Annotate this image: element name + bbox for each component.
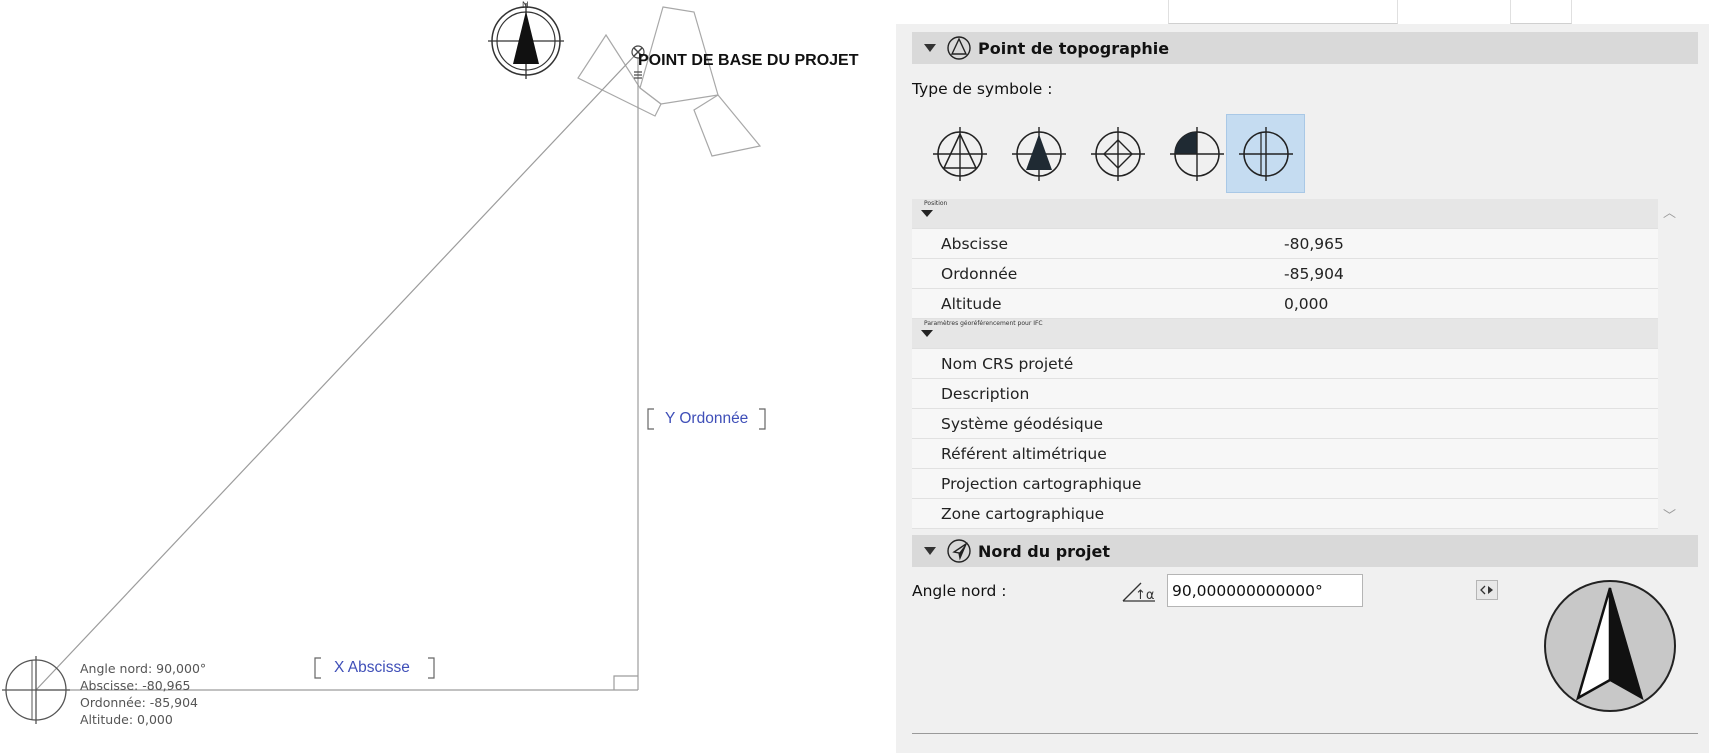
property-name: Ordonnée: [941, 265, 1018, 283]
svg-text:↑α: ↑α: [1135, 588, 1154, 603]
dimension-x-abscissa[interactable]: X Abscisse: [334, 659, 410, 677]
compass-rose-icon: [488, 3, 564, 79]
right-angle-mark: [613, 675, 638, 690]
coordinate-lines: [35, 51, 639, 691]
symbol-option-2[interactable]: [999, 114, 1078, 193]
property-row[interactable]: Description: [912, 379, 1658, 409]
scroll-up-icon[interactable]: ︿: [1663, 202, 1676, 221]
symbol-triangle-filled-icon: [1011, 126, 1066, 181]
project-north-section-title: Nord du projet: [978, 541, 1111, 561]
settings-panel: Point de topographie Type de symbole : P…: [896, 0, 1709, 753]
group-collapse-icon[interactable]: [921, 210, 933, 217]
survey-point-symbol-icon: [2, 656, 70, 724]
symbol-option-1[interactable]: [920, 114, 999, 193]
north-compass-icon: [947, 539, 971, 563]
symbol-option-3[interactable]: [1078, 114, 1157, 193]
diagonal-line: [35, 51, 639, 691]
north-arrow-preview-icon: [1544, 580, 1676, 712]
collapse-arrow-icon[interactable]: [924, 547, 936, 555]
survey-point-section-title: Point de topographie: [978, 38, 1170, 58]
north-angle-input[interactable]: [1167, 574, 1363, 607]
properties-table: Position Abscisse -80,965 Ordonnée -85,9…: [912, 199, 1658, 529]
symbol-type-label: Type de symbole :: [912, 80, 1053, 98]
property-name: Nom CRS projeté: [941, 355, 1074, 373]
property-row[interactable]: Nom CRS projeté: [912, 349, 1658, 379]
property-name: Abscisse: [941, 235, 1009, 253]
collapse-arrow-icon[interactable]: [924, 44, 936, 52]
properties-scrollbar[interactable]: ︿ ﹀: [1658, 199, 1680, 529]
property-name: Projection cartographique: [941, 475, 1142, 493]
angle-alpha-icon: ↑α: [1122, 582, 1155, 603]
property-row[interactable]: Référent altimétrique: [912, 439, 1658, 469]
property-row[interactable]: Projection cartographique: [912, 469, 1658, 499]
symbol-option-4[interactable]: [1157, 114, 1236, 193]
spin-arrows-icon[interactable]: [1476, 580, 1498, 600]
top-control-button[interactable]: [1510, 0, 1572, 24]
symbol-triangle-outline-icon: [932, 126, 987, 181]
symbol-option-5[interactable]: [1226, 114, 1305, 193]
origin-info-angle: Angle nord: 90,000°: [80, 661, 207, 676]
group-georef-label: Paramètres géoréférencement pour IFC: [924, 320, 1043, 327]
property-row[interactable]: Ordonnée -85,904: [912, 259, 1658, 289]
symbol-quarter-filled-icon: [1169, 126, 1224, 181]
property-value[interactable]: -85,904: [1284, 265, 1344, 283]
panel-bottom-divider: [912, 733, 1698, 734]
property-name: Système géodésique: [941, 415, 1104, 433]
top-control-field[interactable]: [1168, 0, 1398, 24]
panel-top-controls: [896, 0, 1709, 24]
north-angle-label: Angle nord :: [912, 582, 1007, 600]
property-name: Référent altimétrique: [941, 445, 1107, 463]
symbol-diamond-cross-icon: [1090, 126, 1145, 181]
property-name: Altitude: [941, 295, 1002, 313]
property-value[interactable]: 0,000: [1284, 295, 1328, 313]
group-position[interactable]: Position: [912, 199, 1658, 229]
group-georeferencing[interactable]: Paramètres géoréférencement pour IFC: [912, 319, 1658, 349]
group-collapse-icon[interactable]: [921, 330, 933, 337]
group-position-label: Position: [924, 200, 948, 207]
dimension-y-ordinate[interactable]: Y Ordonnée: [665, 410, 748, 428]
property-row[interactable]: Système géodésique: [912, 409, 1658, 439]
survey-point-section-header[interactable]: Point de topographie: [912, 32, 1698, 64]
property-name: Zone cartographique: [941, 505, 1105, 523]
project-north-section-header[interactable]: Nord du projet: [912, 535, 1698, 567]
project-base-point-label: POINT DE BASE DU PROJET: [638, 52, 859, 69]
origin-info-ordinate: Ordonnée: -85,904: [80, 695, 198, 710]
property-row[interactable]: Abscisse -80,965: [912, 229, 1658, 259]
building-outline: [577, 6, 762, 157]
survey-point-icon: [947, 36, 971, 60]
property-row[interactable]: Altitude 0,000: [912, 289, 1658, 319]
origin-info-abscissa: Abscisse: -80,965: [80, 678, 191, 693]
property-value[interactable]: -80,965: [1284, 235, 1344, 253]
compass-north-letter: N: [522, 0, 529, 10]
property-row[interactable]: Zone cartographique: [912, 499, 1658, 529]
drawing-canvas[interactable]: POINT DE BASE DU PROJET Y Ordonnée X Abs…: [0, 0, 896, 753]
property-name: Description: [941, 385, 1030, 403]
canvas-drawing: [2, 3, 766, 724]
origin-info-altitude: Altitude: 0,000: [80, 712, 173, 727]
scroll-down-icon[interactable]: ﹀: [1663, 505, 1676, 524]
symbol-cross-circle-icon: [1238, 126, 1293, 181]
